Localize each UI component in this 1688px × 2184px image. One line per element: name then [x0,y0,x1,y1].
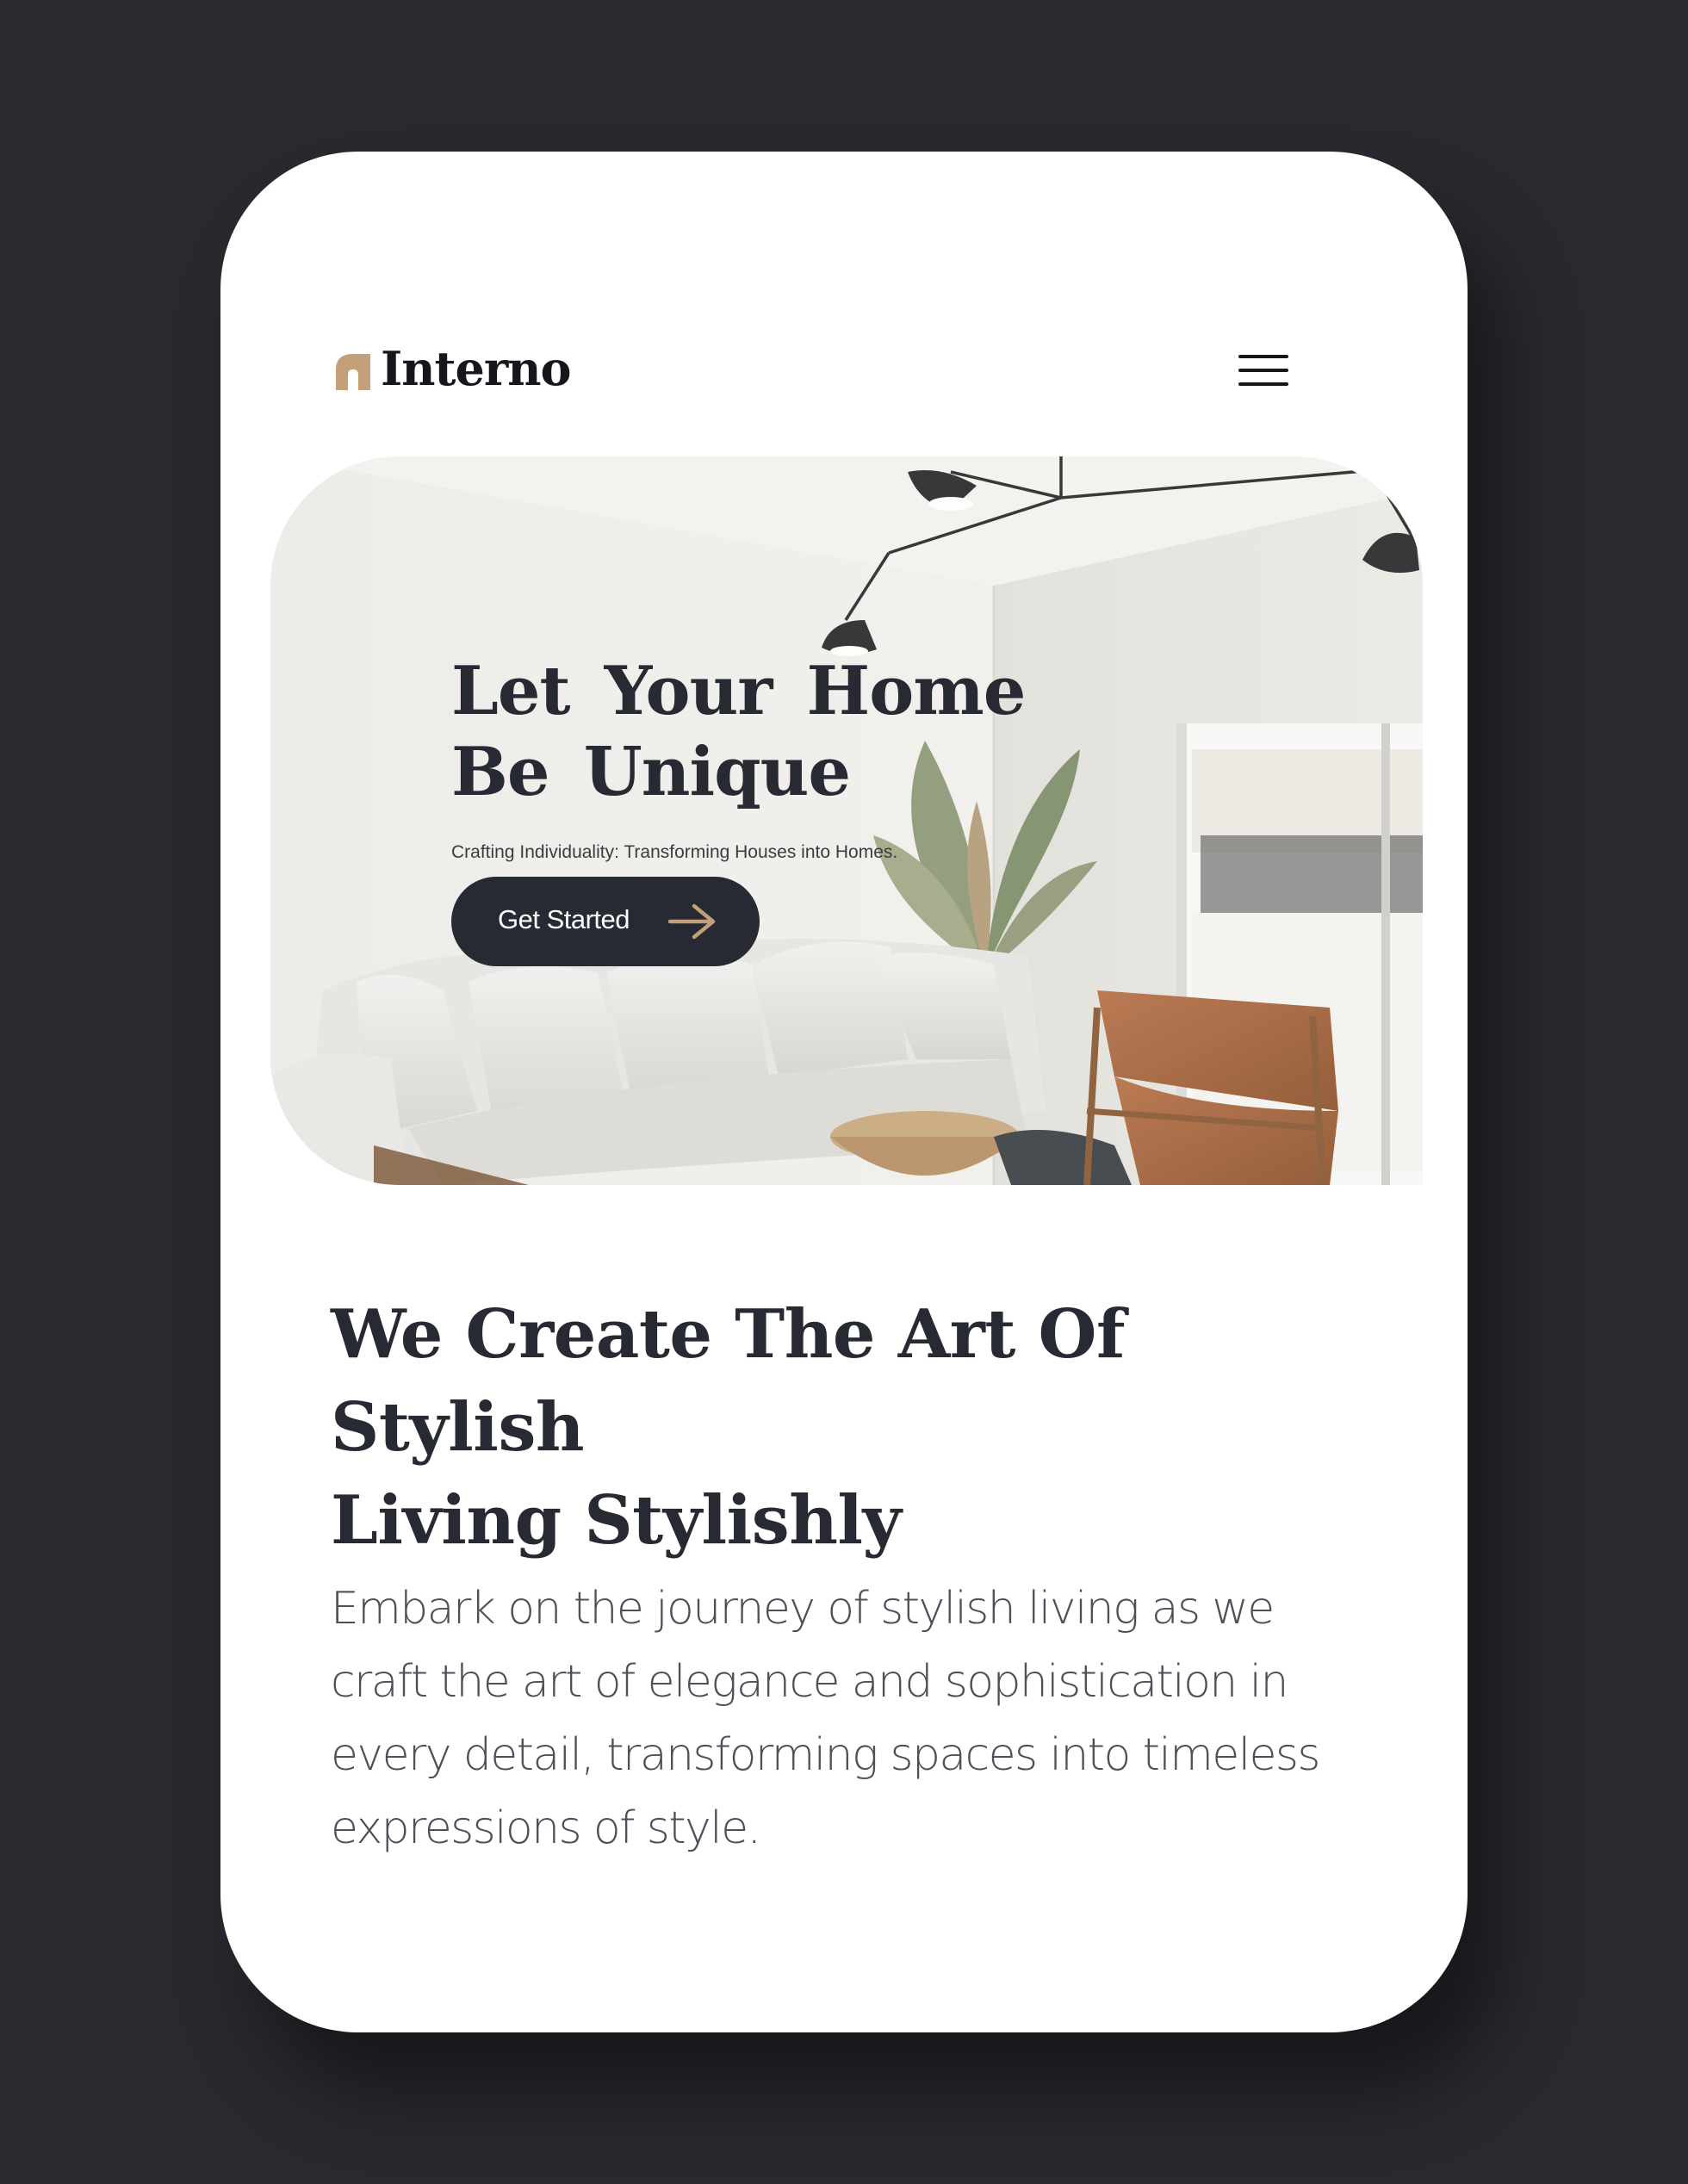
brand-logo[interactable]: Interno [336,341,572,396]
section-title: We Create The Art Of Stylish Living Styl… [331,1288,1364,1567]
hero-banner: Let Your Home Be Unique Crafting Individ… [270,456,1423,1185]
hero-title-line1: Let Your Home [451,652,1026,730]
section-title-line1: We Create The Art Of Stylish [331,1295,1126,1467]
arch-logo-icon [336,354,370,390]
hero-subtitle: Crafting Individuality: Transforming Hou… [451,842,898,862]
hero-title-line2: Be Unique [451,733,851,811]
section-title-line2: Living Stylishly [331,1481,902,1560]
section-body-text: Embark on the journey of stylish living … [331,1583,1321,1854]
arrow-right-icon [668,903,716,940]
hero-content: Let Your Home Be Unique Crafting Individ… [451,651,1054,966]
hamburger-menu-icon[interactable] [1237,348,1292,393]
get-started-button[interactable]: Get Started [451,877,760,966]
hero-title: Let Your Home Be Unique [451,651,1054,813]
site-header: Interno [220,152,1468,496]
get-started-label: Get Started [498,904,630,934]
brand-name: Interno [381,341,572,396]
phone-screen: Interno Let Your Home Be Unique Crafting… [220,152,1468,2032]
